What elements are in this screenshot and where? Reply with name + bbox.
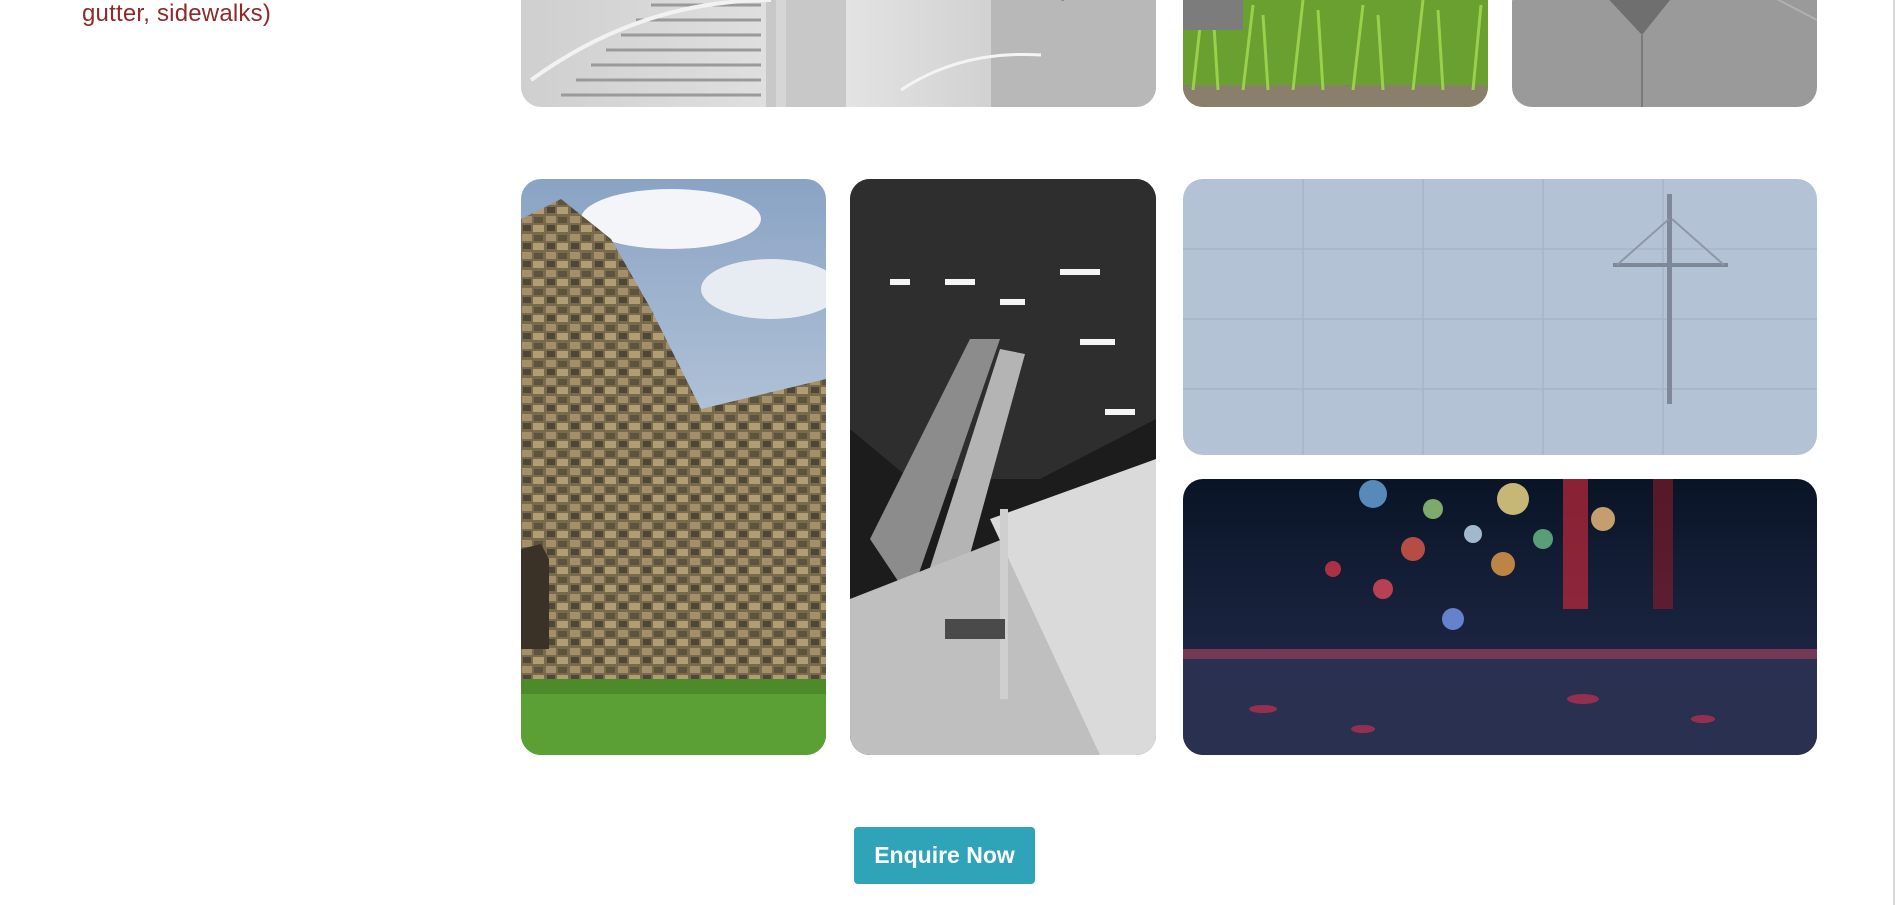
stairs-photo	[521, 0, 1156, 107]
escalator-photo	[850, 179, 1156, 755]
grass-photo	[1183, 0, 1488, 107]
enquire-now-button[interactable]: Enquire Now	[854, 827, 1035, 884]
pavement-photo	[1512, 0, 1817, 107]
bokeh-photo	[1183, 479, 1817, 755]
stone-wall-photo	[521, 179, 826, 755]
concrete-cross-photo	[1183, 179, 1817, 455]
section-caption: gutter, sidewalks)	[82, 0, 272, 27]
